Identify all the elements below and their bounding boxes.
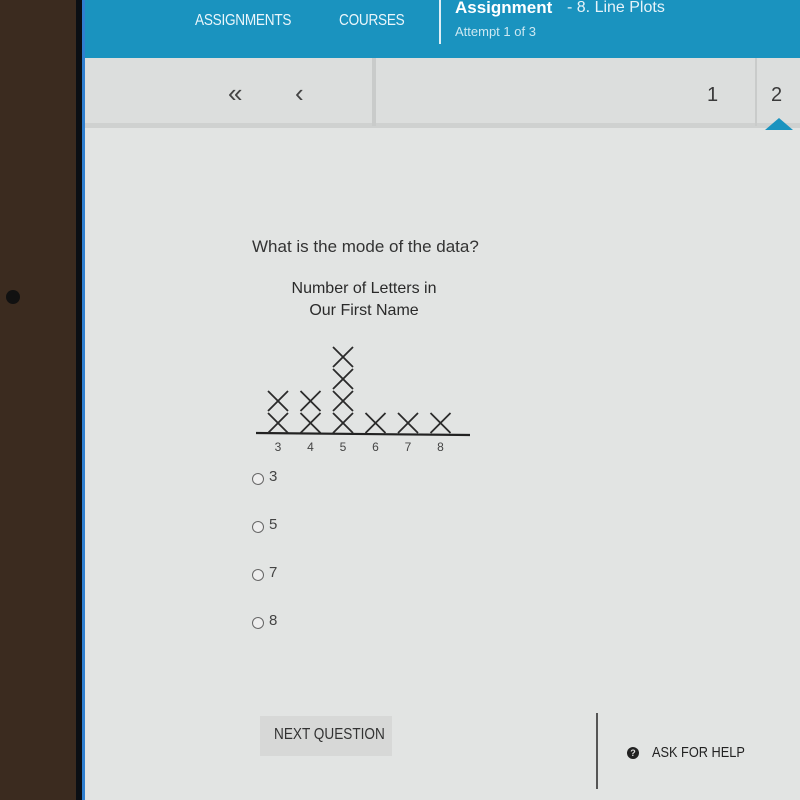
radio-button[interactable] <box>252 473 264 485</box>
title-divider <box>439 0 441 44</box>
assignment-title: Assignment <box>455 0 553 17</box>
radio-button[interactable] <box>252 569 264 581</box>
tick-label: 7 <box>405 440 412 454</box>
x-marker <box>364 412 387 434</box>
first-page-icon[interactable]: « <box>228 78 242 109</box>
x-marker <box>429 412 452 434</box>
option-label: 8 <box>269 612 278 629</box>
page-1-button[interactable]: 1 <box>707 84 718 107</box>
chart-title-line-2: Our First Name <box>309 302 419 319</box>
camera-dot <box>6 290 20 304</box>
x-marker <box>332 390 354 412</box>
tick-label: 3 <box>275 440 282 454</box>
radio-button[interactable] <box>252 617 264 629</box>
chart-title-line-1: Number of Letters in <box>291 280 437 297</box>
option-label: 7 <box>269 564 278 581</box>
x-marker <box>332 368 354 390</box>
tick-label: 6 <box>372 440 379 454</box>
page-2-button[interactable]: 2 <box>771 84 782 107</box>
next-question-button[interactable]: NEXT QUESTION <box>260 716 392 756</box>
assignment-subtitle: - 8. Line Plots <box>567 0 665 16</box>
answer-option[interactable]: 3 <box>252 468 277 516</box>
x-marker <box>397 412 419 434</box>
radio-button[interactable] <box>252 521 264 533</box>
attempt-counter: Attempt 1 of 3 <box>455 24 536 39</box>
answer-option[interactable]: 8 <box>252 612 277 660</box>
x-marker <box>299 412 322 434</box>
x-marker <box>267 390 289 412</box>
x-marker <box>332 346 354 368</box>
line-plot-svg: 3 4 5 6 7 8 <box>255 346 471 454</box>
tick-label: 5 <box>340 440 347 454</box>
current-page-indicator <box>765 118 793 130</box>
question-text: What is the mode of the data? <box>252 237 479 256</box>
answer-options: 3 5 7 8 <box>252 468 277 660</box>
answer-option[interactable]: 5 <box>252 516 277 564</box>
nav-courses[interactable]: COURSES <box>339 12 405 30</box>
footer-divider <box>596 713 598 789</box>
x-marker <box>267 412 289 434</box>
screen: ASSIGNMENTS COURSES Assignment - 8. Line… <box>82 0 800 800</box>
option-label: 3 <box>269 468 278 485</box>
x-marker <box>299 390 322 412</box>
device-bezel <box>0 0 80 800</box>
number-line-axis <box>255 431 471 437</box>
tick-label: 4 <box>307 440 314 454</box>
ask-for-help-label: ASK FOR HELP <box>652 744 745 761</box>
answer-option[interactable]: 7 <box>252 564 277 612</box>
top-bar: ASSIGNMENTS COURSES Assignment - 8. Line… <box>85 0 800 58</box>
ask-for-help-button[interactable]: ? ASK FOR HELP <box>627 744 761 761</box>
help-icon: ? <box>627 746 639 759</box>
previous-page-icon[interactable]: ‹ <box>295 78 304 109</box>
pager-divider <box>372 58 376 126</box>
pager-divider <box>755 58 757 126</box>
x-marker <box>332 412 354 434</box>
tick-label: 8 <box>437 440 444 454</box>
option-label: 5 <box>269 516 278 533</box>
nav-assignments[interactable]: ASSIGNMENTS <box>195 12 291 30</box>
next-question-label: NEXT QUESTION <box>274 726 385 743</box>
question-pager: « ‹ 1 2 <box>85 58 800 130</box>
